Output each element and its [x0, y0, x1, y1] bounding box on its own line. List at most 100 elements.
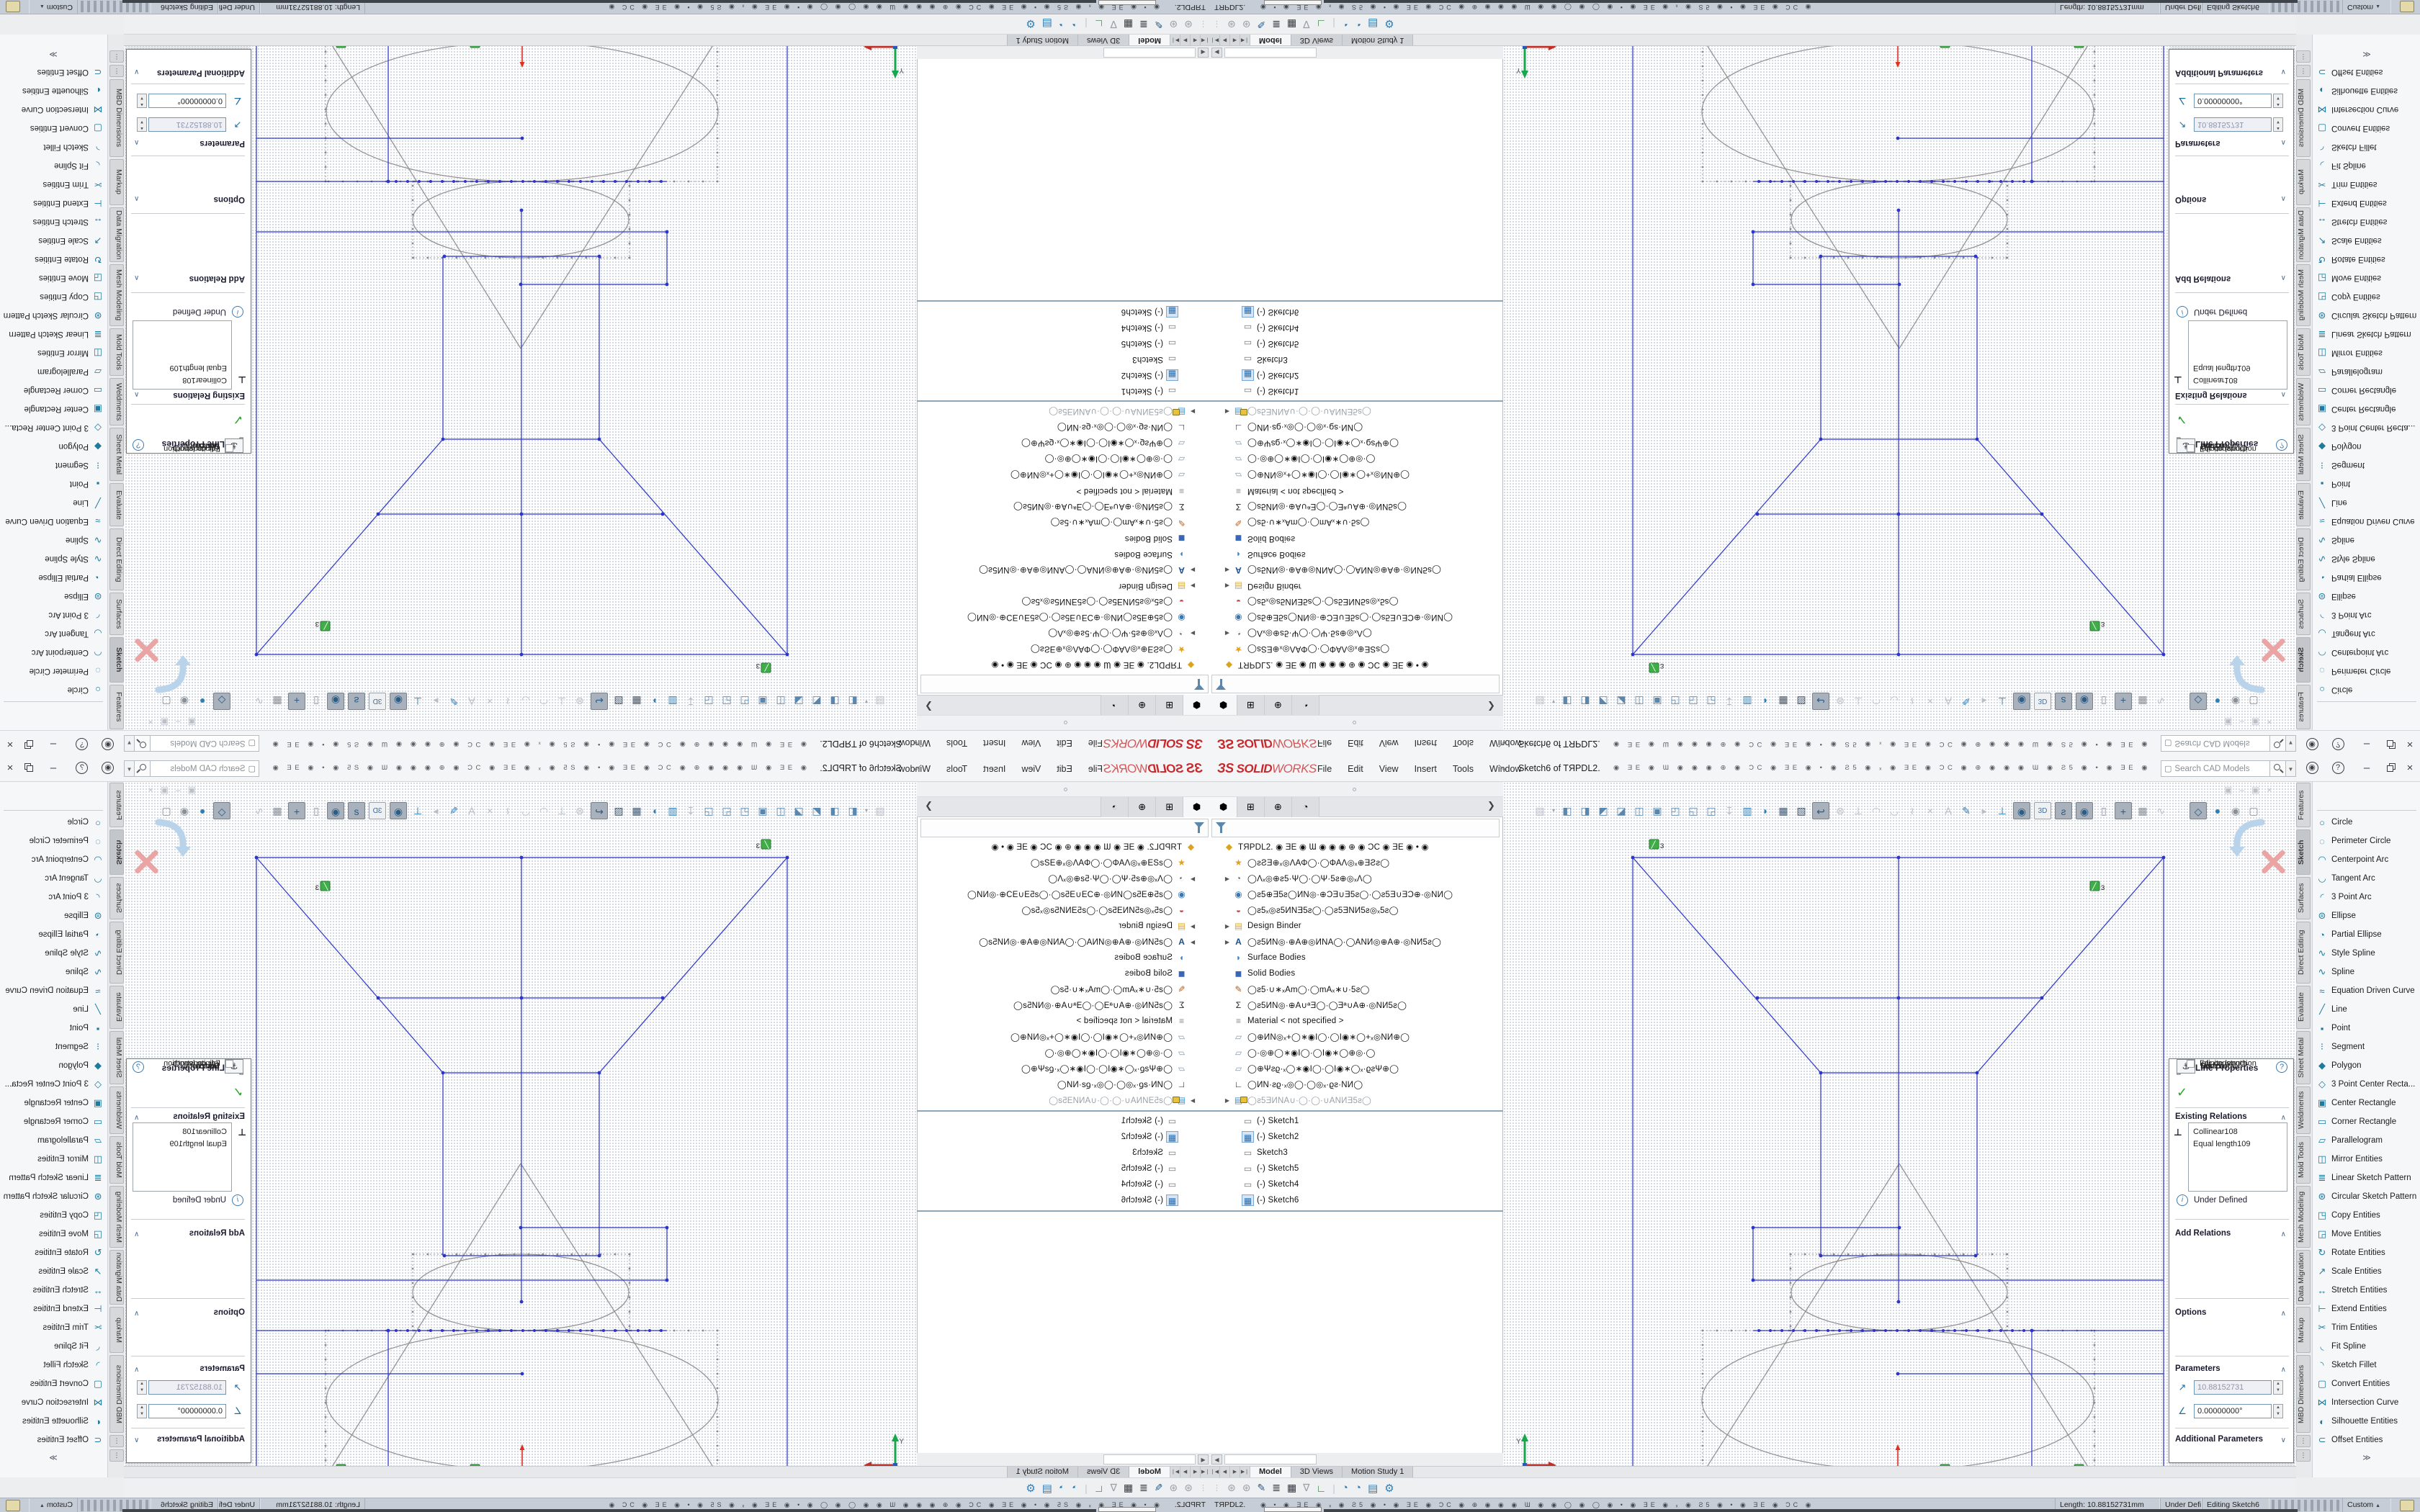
heads-up-toolbar-button[interactable]: ▦ — [1776, 802, 1791, 819]
heads-up-toolbar-button[interactable]: ▧ — [1794, 693, 1809, 710]
heads-up-toolbar-button[interactable]: ▦ — [270, 802, 284, 819]
sketch-tool-button[interactable]: ✂ Trim Entities — [0, 175, 107, 194]
command-manager-tab[interactable]: Weldments — [2296, 1086, 2311, 1134]
feature-tree-item[interactable]: ▶ ▤ Design Binder — [917, 918, 1210, 934]
minimize-button[interactable]: – — [2357, 733, 2377, 755]
sketch-tool-button[interactable]: ⊛ Circular Sketch Pattern — [0, 1187, 107, 1206]
document-window-button[interactable]: × — [2267, 785, 2272, 795]
command-manager-tab[interactable]: Mold Tools — [109, 328, 124, 376]
feature-tree-item[interactable]: ▶ ◗ Surface Bodies — [1210, 950, 1503, 966]
command-manager-tab[interactable]: Data Migration — [2296, 1250, 2311, 1305]
bottom-toolbar-button[interactable]: ⚙ — [1026, 18, 1035, 31]
feature-manager-tab[interactable]: ⊕ — [1265, 797, 1292, 817]
sketch-tool-button[interactable]: ◐ Silhouette Entities — [2313, 81, 2420, 100]
feature-manager-tab[interactable]: ⊕ — [1128, 797, 1155, 817]
feature-tree-item[interactable]: ▶ ▱ ◯·◎⊕◯∗◉I◯·◯I◉∗◯⊕◎·◯ — [917, 451, 1210, 467]
sketch-tool-button[interactable]: ▱ Parallelogram — [2313, 362, 2420, 381]
sketch-tool-button[interactable]: ∿ Style Spline — [2313, 944, 2420, 963]
menu-item[interactable]: Insert — [975, 730, 1013, 756]
restore-button[interactable] — [2381, 757, 2401, 779]
sketch-tool-button[interactable]: ◔ Partial Ellipse — [2313, 568, 2420, 587]
relation-entry[interactable]: Collinear108 — [138, 1126, 227, 1138]
heads-up-toolbar-button[interactable]: ◠ — [537, 693, 551, 710]
command-manager-tab[interactable]: Evaluate — [2296, 986, 2311, 1029]
angle-spinner[interactable]: ▲▼ — [2273, 94, 2283, 108]
document-window-button[interactable]: ▣ — [2224, 717, 2232, 727]
units-dropdown[interactable]: Custom ▲ — [29, 1498, 78, 1512]
length-field[interactable]: 10.88152731 — [2194, 1380, 2272, 1395]
add-relations-header[interactable]: Add Relations — [189, 274, 245, 283]
command-manager-tab[interactable]: Markup — [109, 159, 124, 205]
heads-up-toolbar-button[interactable]: ↧ — [1722, 693, 1736, 710]
heads-up-toolbar-button[interactable]: ◪ — [792, 802, 806, 819]
sketch-tool-button[interactable]: ◡ Tangent Arc — [0, 869, 107, 888]
feature-tree-item[interactable]: ▶ ▭ (-) Sketch5 — [1210, 1161, 1503, 1176]
checkbox[interactable] — [225, 1060, 233, 1068]
heads-up-toolbar-button[interactable]: ◰ — [1668, 802, 1682, 819]
sketch-tool-button[interactable]: ▢ Convert Entities — [2313, 1374, 2420, 1393]
document-window-button[interactable]: ▣ — [188, 785, 196, 795]
bottom-toolbar-button[interactable]: ≣ — [1139, 1482, 1148, 1494]
command-manager-tab[interactable]: Sheet Metal — [2296, 1031, 2311, 1084]
search-button[interactable] — [134, 735, 150, 752]
heads-up-toolbar-button[interactable]: ⊥ — [1851, 802, 1865, 819]
command-manager-tab[interactable]: Features — [2296, 685, 2311, 729]
heads-up-toolbar-button[interactable]: ▧ — [611, 693, 626, 710]
heads-up-toolbar-button[interactable]: ▯ — [2097, 693, 2111, 710]
sketch-tool-button[interactable]: ∿ Spline — [2313, 963, 2420, 981]
toolbar-grip[interactable] — [1064, 721, 1067, 724]
angle-spinner[interactable]: ▲▼ — [137, 1404, 147, 1418]
search-input[interactable]: ▢Search CAD Models — [150, 735, 259, 752]
command-manager-tab[interactable]: Sheet Metal — [109, 1031, 124, 1084]
feature-tree-item[interactable]: ▶ ▭ (-) Sketch1 — [917, 1113, 1210, 1129]
feature-tree-item[interactable]: ▶ ▱ ◯·◎⊕◯∗◉I◯·◯I◉∗◯⊕◎·◯ — [1210, 1045, 1503, 1061]
command-manager-tab[interactable]: Direct Editing — [2296, 922, 2311, 984]
model-tab[interactable]: Motion Study 1 — [1007, 1467, 1077, 1477]
relation-entry[interactable]: Equal length109 — [2193, 1138, 2282, 1151]
heads-up-toolbar-button[interactable]: ⊜ — [573, 802, 587, 819]
tree-filter-input[interactable] — [920, 675, 1209, 693]
heads-up-toolbar-button[interactable]: ▢ — [159, 693, 174, 710]
command-manager-tab[interactable]: Evaluate — [109, 986, 124, 1029]
feature-manager-tab[interactable]: ◔ — [1292, 695, 1319, 715]
heads-up-toolbar-button[interactable]: ◨ — [828, 693, 842, 710]
relation-entry[interactable]: Collinear108 — [138, 374, 227, 386]
command-manager-tab[interactable]: Data Migration — [2296, 207, 2311, 262]
feature-tree-item[interactable]: ▶ ◒ ◯ƨ5ₓ◎ƨ5ИNƎ5ƨ◯·◯ƨ5ƎNИ5ƨ◎ₓ5ƨ◯ — [1210, 594, 1503, 610]
heads-up-toolbar-button[interactable]: ▾ — [1551, 802, 1556, 819]
sketch-tool-button[interactable]: ◝ Sketch Fillet — [2313, 138, 2420, 156]
feature-manager-tab[interactable]: ⊕ — [1128, 695, 1155, 715]
bottom-toolbar-button[interactable]: ⋮ — [1199, 1483, 1207, 1493]
bottom-toolbar-button[interactable]: ✎ — [1155, 1482, 1163, 1494]
sketch-tool-button[interactable]: ⁝ Segment — [0, 456, 107, 474]
command-manager-tab[interactable]: Surfaces — [109, 877, 124, 919]
heads-up-toolbar-button[interactable]: ✎ — [447, 802, 461, 819]
feature-manager-tab[interactable]: ⬢ — [1183, 797, 1210, 817]
sketch-tool-button[interactable]: ⁝ Segment — [0, 1038, 107, 1056]
feature-tree-item[interactable]: ▶ ▱ ◯⊕ИN◎ₓ+◯∗◉I◯·◯I◉∗◯+ₓ◎NИ⊕◯ — [917, 467, 1210, 483]
feature-tree-item[interactable]: ▶ ▭ Sketch3 — [1210, 351, 1503, 367]
sketch-tool-button[interactable]: ↗ Scale Entities — [0, 231, 107, 250]
feature-tree-item[interactable]: ▶ ∟ ◯ИN·ƨϱ·ₓ◎◯·◯◎ₓ·ϱƨ·NИ◯ — [917, 420, 1210, 436]
relation-entry[interactable]: Equal length109 — [138, 361, 227, 374]
sketch-tool-button[interactable]: ▪ Point — [2313, 1019, 2420, 1038]
feature-tree-item[interactable]: ▶ ▦ (-) Sketch6 — [1210, 304, 1503, 320]
feature-tree-item[interactable]: ▶ ▭ Sketch3 — [1210, 1145, 1503, 1161]
tab-nav-last[interactable]: ▶❘ — [1170, 35, 1180, 45]
command-manager-tab[interactable]: Weldments — [109, 378, 124, 426]
bottom-toolbar-button[interactable]: ∟ — [1317, 19, 1327, 30]
additional-parameters-header[interactable]: Additional Parameters — [2175, 68, 2263, 77]
sketch-tool-button[interactable]: ◇ 3 Point Center Recta... — [2313, 418, 2420, 437]
heads-up-toolbar-button[interactable]: ⊥ — [411, 693, 425, 710]
search-dropdown[interactable]: ▼ — [124, 735, 134, 752]
sketch-tool-button[interactable]: ∿ Spline — [0, 531, 107, 549]
expand-arrow-icon[interactable]: ▶ — [1188, 939, 1198, 945]
feature-tree-item[interactable]: ▶ ▱ ◯⊕Ψƨϱ·ₓ◯∗◉I◯·◯I◉∗◯ₓ·ϱƨΨ⊕◯ — [1210, 436, 1503, 451]
heads-up-toolbar-button[interactable]: ◡ — [1887, 802, 1901, 819]
feature-tree-item[interactable]: ▶ ▭ Sketch3 — [917, 351, 1210, 367]
checkbox[interactable] — [225, 445, 233, 453]
bottom-toolbar-button[interactable]: ∇ — [1110, 1482, 1116, 1494]
command-manager-tab[interactable]: Sketch — [2296, 829, 2311, 875]
sketch-tool-button[interactable]: ◡ Tangent Arc — [2313, 624, 2420, 643]
sketch-tool-button[interactable]: ◟ Fit Spline — [2313, 156, 2420, 175]
